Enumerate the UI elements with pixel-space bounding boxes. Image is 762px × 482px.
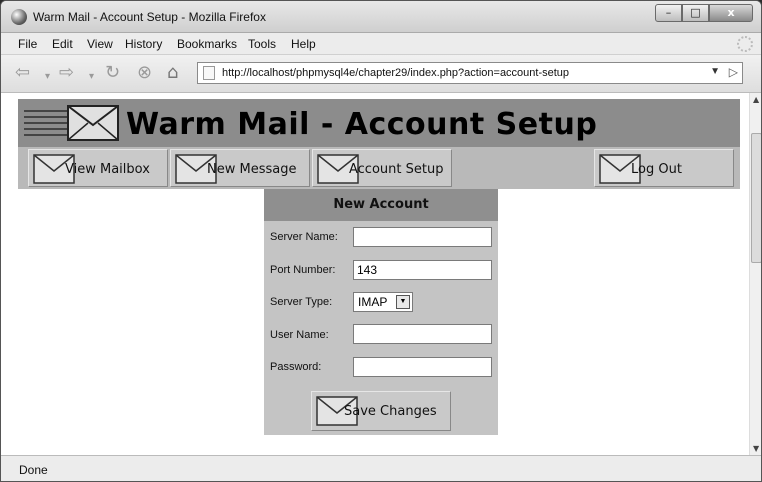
go-icon[interactable]: ▷ bbox=[729, 65, 738, 79]
new-message-button[interactable]: New Message bbox=[170, 149, 310, 187]
close-button[interactable]: x bbox=[709, 4, 753, 22]
url-dropdown-icon[interactable]: ▼ bbox=[710, 66, 720, 77]
navigation-toolbar: ⇦ ▾ ⇨ ▾ ↻ ⊗ ⌂ http://localhost/phpmysql4… bbox=[1, 55, 761, 93]
status-text: Done bbox=[19, 463, 48, 477]
server-type-value: IMAP bbox=[358, 295, 388, 309]
menu-bar: File Edit View History Bookmarks Tools H… bbox=[1, 33, 761, 55]
view-mailbox-label: View Mailbox bbox=[65, 162, 150, 177]
log-out-button[interactable]: Log Out bbox=[594, 149, 734, 187]
server-name-input[interactable] bbox=[353, 227, 492, 247]
maximize-button[interactable]: □ bbox=[682, 4, 709, 22]
user-name-label: User Name: bbox=[270, 329, 329, 341]
server-type-label: Server Type: bbox=[270, 296, 333, 308]
log-out-label: Log Out bbox=[631, 162, 682, 177]
user-name-input[interactable] bbox=[353, 324, 492, 344]
scroll-up-icon[interactable]: ▲ bbox=[753, 95, 759, 104]
page-title: Warm Mail - Account Setup bbox=[126, 107, 598, 142]
menu-file[interactable]: File bbox=[18, 37, 37, 51]
address-bar[interactable]: http://localhost/phpmysql4e/chapter29/in… bbox=[197, 62, 743, 84]
chevron-down-icon[interactable]: ▼ bbox=[396, 295, 410, 309]
menu-tools[interactable]: Tools bbox=[248, 37, 276, 51]
menu-history[interactable]: History bbox=[125, 37, 162, 51]
port-number-input[interactable]: 143 bbox=[353, 260, 492, 280]
url-text[interactable]: http://localhost/phpmysql4e/chapter29/in… bbox=[222, 67, 569, 79]
view-mailbox-button[interactable]: View Mailbox bbox=[28, 149, 168, 187]
mail-nav-bar: View Mailbox New Message Account Setup L… bbox=[18, 147, 740, 189]
stop-icon[interactable]: ⊗ bbox=[137, 63, 152, 83]
new-message-label: New Message bbox=[207, 162, 297, 177]
minimize-button[interactable]: – bbox=[655, 4, 682, 22]
browser-window: Warm Mail - Account Setup - Mozilla Fire… bbox=[0, 0, 762, 482]
status-bar: Done bbox=[1, 455, 761, 481]
account-setup-label: Account Setup bbox=[349, 162, 444, 177]
new-account-form: New Account Server Name: Port Number: 14… bbox=[264, 189, 498, 435]
vertical-scrollbar[interactable]: ▲ ▼ bbox=[749, 93, 761, 455]
menu-bookmarks[interactable]: Bookmarks bbox=[177, 37, 237, 51]
window-title: Warm Mail - Account Setup - Mozilla Fire… bbox=[33, 10, 266, 24]
warm-mail-logo-icon bbox=[24, 105, 119, 141]
server-name-label: Server Name: bbox=[270, 231, 338, 243]
form-heading: New Account bbox=[264, 189, 498, 221]
scroll-down-icon[interactable]: ▼ bbox=[753, 444, 759, 453]
page-icon bbox=[203, 66, 215, 80]
menu-view[interactable]: View bbox=[87, 37, 113, 51]
back-history-dropdown-icon[interactable]: ▾ bbox=[45, 67, 50, 87]
page-content: Warm Mail - Account Setup View Mailbox N… bbox=[1, 93, 761, 455]
reload-icon[interactable]: ↻ bbox=[105, 63, 120, 83]
scrollbar-thumb[interactable] bbox=[751, 133, 761, 263]
save-changes-button[interactable]: Save Changes bbox=[311, 391, 451, 431]
title-bar: Warm Mail - Account Setup - Mozilla Fire… bbox=[1, 1, 761, 33]
password-label: Password: bbox=[270, 361, 322, 373]
account-setup-button[interactable]: Account Setup bbox=[312, 149, 452, 187]
forward-icon[interactable]: ⇨ bbox=[59, 63, 74, 83]
back-icon[interactable]: ⇦ bbox=[15, 63, 30, 83]
server-type-select[interactable]: IMAP ▼ bbox=[353, 292, 413, 312]
port-number-label: Port Number: bbox=[270, 264, 336, 276]
menu-edit[interactable]: Edit bbox=[52, 37, 73, 51]
page-header: Warm Mail - Account Setup bbox=[18, 99, 740, 147]
save-changes-label: Save Changes bbox=[344, 404, 437, 419]
home-icon[interactable]: ⌂ bbox=[167, 63, 178, 83]
menu-help[interactable]: Help bbox=[291, 37, 316, 51]
throbber-icon bbox=[737, 36, 753, 52]
forward-history-dropdown-icon[interactable]: ▾ bbox=[89, 67, 94, 87]
firefox-icon bbox=[11, 9, 27, 25]
password-input[interactable] bbox=[353, 357, 492, 377]
